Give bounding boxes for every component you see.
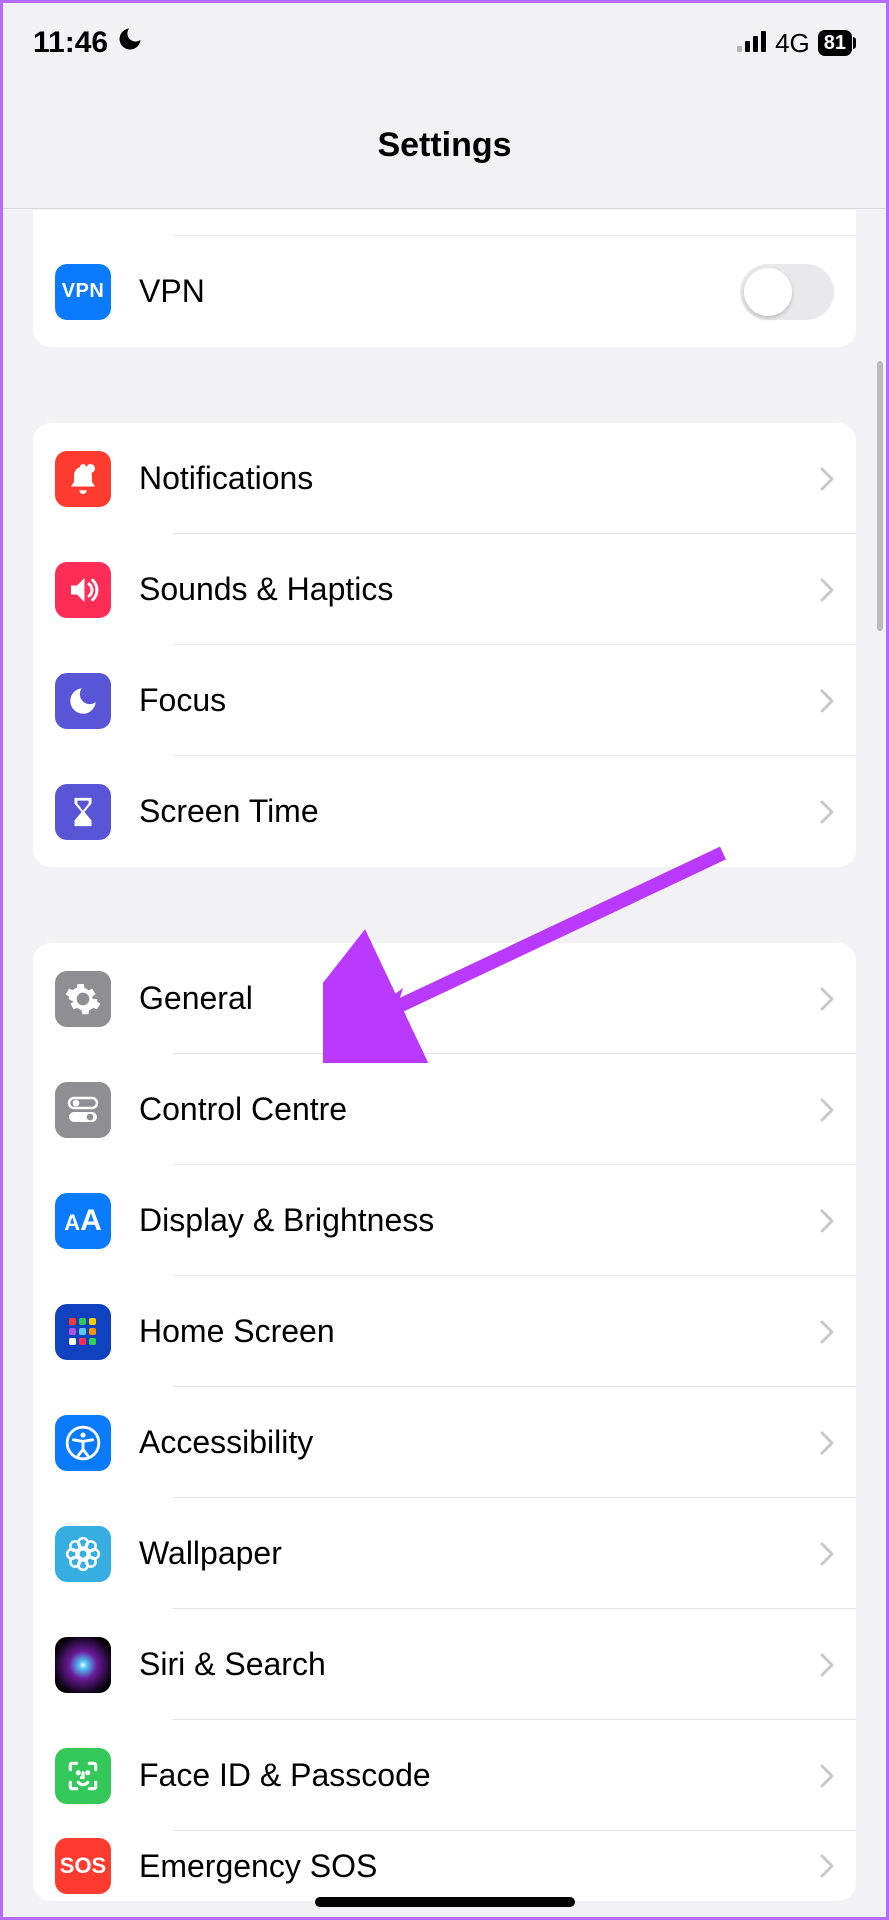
chevron-right-icon (820, 1209, 834, 1233)
chevron-right-icon (820, 1542, 834, 1566)
faceid-icon (55, 1748, 111, 1804)
partial-row-above (173, 210, 856, 236)
accessibility-icon (55, 1415, 111, 1471)
chevron-right-icon (820, 1764, 834, 1788)
row-label: Focus (139, 682, 820, 719)
moon-icon (55, 673, 111, 729)
chevron-right-icon (820, 987, 834, 1011)
row-label: Display & Brightness (139, 1202, 820, 1239)
row-label: General (139, 980, 820, 1017)
text-size-icon: AA (55, 1193, 111, 1249)
cellular-signal-icon (737, 30, 767, 57)
row-label: VPN (139, 273, 740, 310)
row-siri[interactable]: Siri & Search (33, 1609, 856, 1720)
row-controlcentre[interactable]: Control Centre (33, 1054, 856, 1165)
row-label: Control Centre (139, 1091, 820, 1128)
scroll-indicator (877, 361, 883, 631)
flower-icon (55, 1526, 111, 1582)
chevron-right-icon (820, 578, 834, 602)
chevron-right-icon (820, 800, 834, 824)
sos-icon: SOS (55, 1838, 111, 1894)
row-focus[interactable]: Focus (33, 645, 856, 756)
settings-group-vpn: VPN VPN (33, 210, 856, 347)
switches-icon (55, 1082, 111, 1138)
row-label: Accessibility (139, 1424, 820, 1461)
toggle-knob (744, 268, 792, 316)
chevron-right-icon (820, 1653, 834, 1677)
speaker-icon (55, 562, 111, 618)
row-label: Screen Time (139, 793, 820, 830)
home-indicator[interactable] (315, 1897, 575, 1907)
settings-group-device: General Control Centre AA Display & Brig… (33, 943, 856, 1901)
bell-icon (55, 451, 111, 507)
row-label: Wallpaper (139, 1535, 820, 1572)
settings-group-attention: Notifications Sounds & Haptics Focus Scr… (33, 423, 856, 867)
row-sos[interactable]: SOS Emergency SOS (33, 1831, 856, 1901)
chevron-right-icon (820, 689, 834, 713)
chevron-right-icon (820, 1854, 834, 1878)
chevron-right-icon (820, 1098, 834, 1122)
row-label: Face ID & Passcode (139, 1757, 820, 1794)
network-type: 4G (775, 28, 810, 59)
row-faceid[interactable]: Face ID & Passcode (33, 1720, 856, 1831)
status-time: 11:46 (33, 26, 108, 60)
row-vpn[interactable]: VPN VPN (33, 236, 856, 347)
row-screentime[interactable]: Screen Time (33, 756, 856, 867)
row-wallpaper[interactable]: Wallpaper (33, 1498, 856, 1609)
row-notifications[interactable]: Notifications (33, 423, 856, 534)
home-grid-icon (55, 1304, 111, 1360)
hourglass-icon (55, 784, 111, 840)
row-label: Siri & Search (139, 1646, 820, 1683)
status-left: 11:46 (33, 25, 144, 61)
row-accessibility[interactable]: Accessibility (33, 1387, 856, 1498)
row-display[interactable]: AA Display & Brightness (33, 1165, 856, 1276)
nav-header: Settings (3, 83, 886, 209)
page-title: Settings (377, 126, 511, 165)
status-right: 4G 81 (737, 28, 856, 59)
chevron-right-icon (820, 1320, 834, 1344)
row-homescreen[interactable]: Home Screen (33, 1276, 856, 1387)
battery-icon: 81 (818, 30, 856, 56)
siri-icon (55, 1637, 111, 1693)
settings-content[interactable]: VPN VPN Notifications Sounds & Haptics F… (3, 210, 886, 1917)
row-label: Emergency SOS (139, 1848, 820, 1885)
dnd-moon-icon (116, 25, 144, 61)
chevron-right-icon (820, 467, 834, 491)
row-sounds[interactable]: Sounds & Haptics (33, 534, 856, 645)
row-general[interactable]: General (33, 943, 856, 1054)
gear-icon (55, 971, 111, 1027)
row-label: Home Screen (139, 1313, 820, 1350)
row-label: Notifications (139, 460, 820, 497)
vpn-toggle[interactable] (740, 264, 834, 320)
chevron-right-icon (820, 1431, 834, 1455)
vpn-icon: VPN (55, 264, 111, 320)
row-label: Sounds & Haptics (139, 571, 820, 608)
status-bar: 11:46 4G 81 (3, 3, 886, 83)
